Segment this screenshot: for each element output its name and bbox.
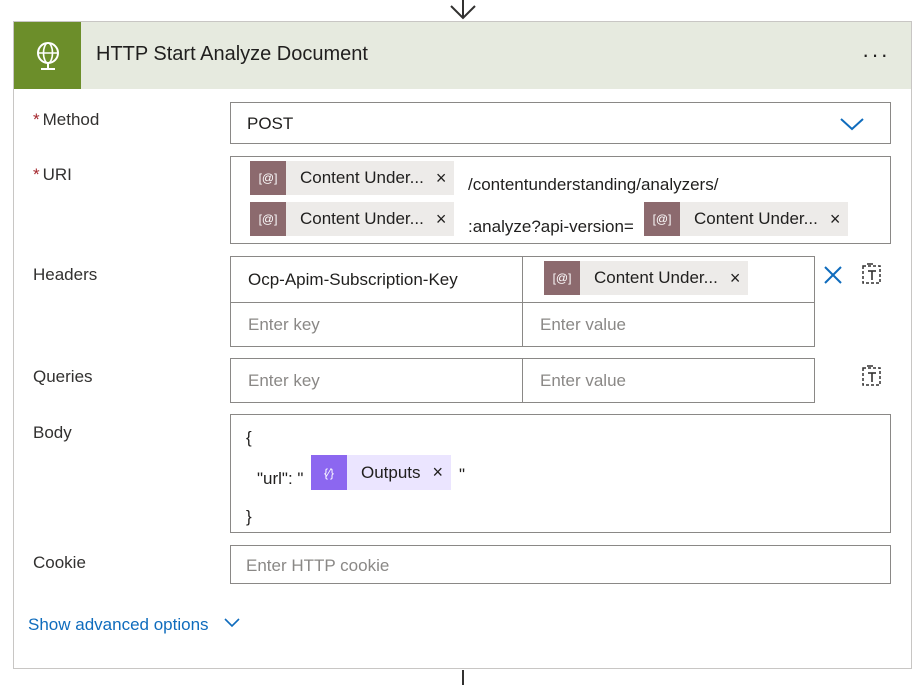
remove-token-button[interactable]: × [424, 168, 455, 189]
body-label: Body [33, 423, 72, 442]
uri-label: * URI [33, 165, 72, 184]
action-title: HTTP Start Analyze Document [96, 43, 368, 65]
uri-field[interactable]: [@] Content Under... × /contentunderstan… [230, 156, 891, 244]
show-advanced-options-link[interactable]: Show advanced options [28, 615, 241, 635]
more-options-button[interactable]: ··· [862, 42, 890, 68]
query-key-input[interactable]: Enter key [230, 358, 523, 403]
header-value-input[interactable]: [@] Content Under... × [522, 256, 815, 303]
remove-token-button[interactable]: × [718, 268, 749, 289]
uri-token-1[interactable]: [@] Content Under... × [250, 161, 455, 195]
delete-row-icon[interactable] [822, 264, 844, 286]
expression-icon: {⁄} [311, 455, 347, 490]
method-label: * Method [33, 110, 100, 129]
uri-token-3[interactable]: [@] Content Under... × [644, 202, 849, 236]
method-value: POST [247, 114, 294, 133]
header-value-token[interactable]: [@] Content Under... × [544, 261, 749, 295]
method-dropdown[interactable]: POST [230, 102, 891, 144]
switch-to-text-mode-icon[interactable] [860, 364, 884, 388]
dynamic-content-icon: [@] [250, 202, 286, 236]
header-new-value-input[interactable]: Enter value [522, 302, 815, 347]
remove-token-button[interactable]: × [818, 209, 849, 230]
card-header[interactable]: HTTP Start Analyze Document ··· [14, 22, 911, 89]
dynamic-content-icon: [@] [544, 261, 580, 295]
cookie-label: Cookie [33, 553, 86, 572]
outputs-token[interactable]: {⁄} Outputs × [311, 455, 452, 490]
body-editor[interactable]: { "url": " {⁄} Outputs × " } [230, 414, 891, 533]
chevron-down-icon [224, 618, 240, 628]
flow-connector [462, 670, 464, 685]
globe-icon [14, 22, 81, 89]
query-value-input[interactable]: Enter value [522, 358, 815, 403]
queries-label: Queries [33, 367, 93, 386]
remove-token-button[interactable]: × [424, 209, 455, 230]
chevron-down-icon [840, 118, 864, 131]
switch-to-text-mode-icon[interactable] [860, 262, 884, 286]
uri-segment-1: /contentunderstanding/analyzers/ [468, 175, 719, 194]
remove-token-button[interactable]: × [421, 462, 452, 483]
flow-arrow-icon [450, 0, 476, 20]
header-new-key-input[interactable]: Enter key [230, 302, 523, 347]
uri-segment-2: :analyze?api-version= [468, 217, 634, 236]
header-key-input[interactable]: Ocp-Apim-Subscription-Key [230, 256, 523, 303]
headers-label: Headers [33, 265, 98, 284]
dynamic-content-icon: [@] [250, 161, 286, 195]
dynamic-content-icon: [@] [644, 202, 680, 236]
uri-token-2[interactable]: [@] Content Under... × [250, 202, 455, 236]
cookie-input[interactable]: Enter HTTP cookie [230, 545, 891, 584]
